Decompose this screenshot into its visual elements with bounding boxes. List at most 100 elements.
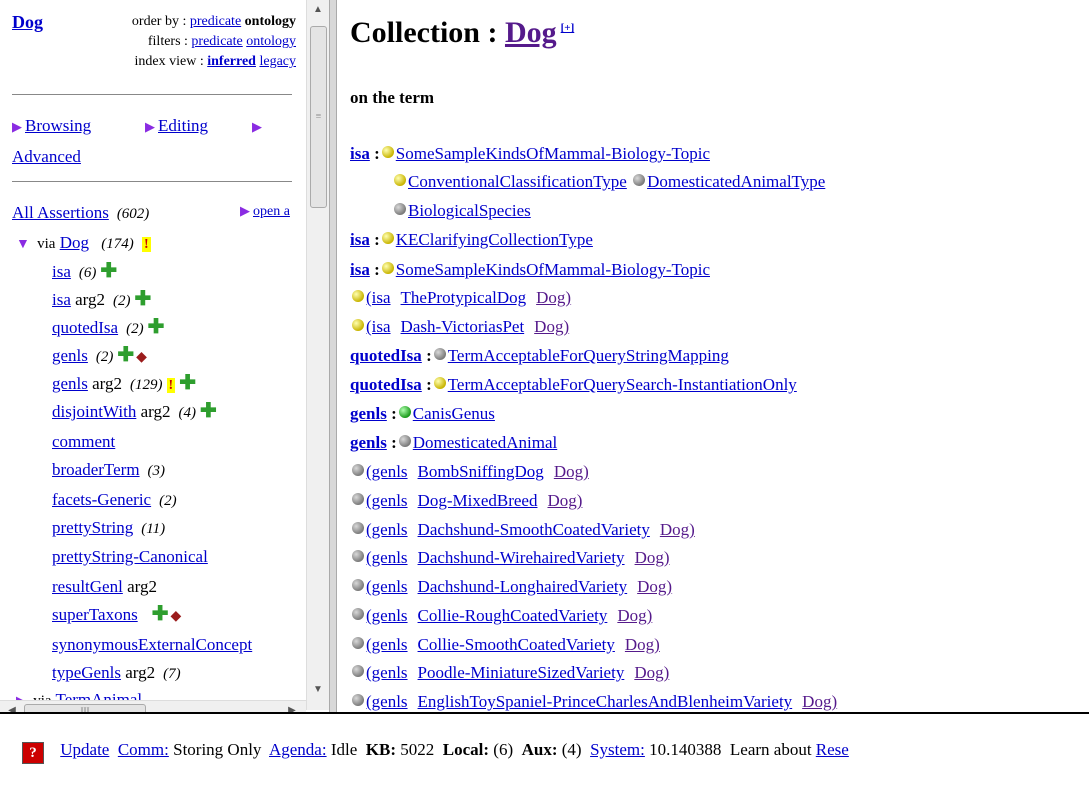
filter-ontology-link[interactable]: ontology (246, 34, 296, 49)
assertion-row-cont: BiologicalSpecies (392, 201, 531, 221)
order-predicate-link[interactable]: predicate (190, 14, 241, 29)
index-inferred-link[interactable]: inferred (207, 54, 256, 69)
add-icon[interactable]: ✚ (135, 288, 152, 310)
add-icon[interactable]: ✚ (148, 316, 165, 338)
assertion-dot-icon (633, 174, 646, 186)
assertion-row: quotedIsa : TermAcceptableForQueryStringM… (350, 346, 729, 365)
order-ontology-selected: ontology (244, 14, 296, 29)
assertion-dot-icon (352, 694, 364, 706)
system-link[interactable]: System: (590, 740, 645, 759)
filter-predicate-link[interactable]: predicate (191, 34, 242, 49)
assertion-dot-icon (352, 464, 364, 476)
assertion-row: isa : SomeSampleKindsOfMammal-Biology-Top… (350, 260, 710, 279)
assertion-dot-icon (352, 522, 364, 534)
help-icon[interactable]: ? (22, 742, 44, 764)
assertion-dot-icon (398, 406, 411, 418)
comm-status: Storing Only (173, 740, 262, 759)
nav-advanced[interactable]: Advanced (12, 147, 81, 166)
expand-triangle-icon: ▶ (252, 119, 262, 134)
predicate-item: isa (6) ✚ (52, 260, 118, 282)
assertion-dot-icon (398, 435, 411, 447)
open-all-link[interactable]: open a (253, 204, 290, 219)
assertion-row: isa : SomeSampleKindsOfMammal-Biology-Top… (350, 144, 710, 163)
predicate-item: disjointWith arg2 (4) ✚ (52, 400, 217, 422)
remove-icon[interactable]: ◆ (136, 350, 147, 365)
term-link[interactable]: Dog (12, 12, 43, 32)
predicate-item: superTaxons ✚ ◆ (52, 603, 182, 625)
assertion-dot-icon (433, 377, 446, 389)
assertion-dot-icon (352, 319, 364, 331)
section-heading: on the term (350, 88, 435, 107)
warning-icon[interactable]: ! (141, 237, 151, 252)
predicate-item: comment (52, 432, 116, 451)
remove-icon[interactable]: ◆ (170, 609, 181, 624)
assertion-dot-icon (352, 637, 364, 649)
all-assertions-link[interactable]: All Assertions (12, 203, 109, 222)
predicate-item: genls (2) ✚ ◆ (52, 344, 147, 366)
expand-triangle-icon: ▶ (12, 119, 22, 134)
nav-browsing[interactable]: Browsing (25, 116, 91, 135)
update-link[interactable]: Update (60, 740, 109, 759)
spec-row: (genls Collie-RoughCoatedVariety Dog) (350, 606, 652, 626)
agenda-link[interactable]: Agenda: (269, 740, 327, 759)
predicate-item: quotedIsa (2) ✚ (52, 316, 165, 338)
warning-icon[interactable]: ! (166, 378, 176, 393)
divider (12, 181, 292, 182)
assertion-dot-icon (352, 290, 364, 302)
assertion-dot-icon (352, 579, 364, 591)
expand-triangle-icon: ▶ (145, 119, 155, 134)
nav-editing[interactable]: Editing (158, 116, 208, 135)
spec-row: (genls Dachshund-WirehairedVariety Dog) (350, 548, 670, 568)
assertion-row: quotedIsa : TermAcceptableForQuerySearch-… (350, 375, 797, 394)
assertion-dot-icon (381, 262, 394, 274)
expand-link[interactable]: [+] (561, 22, 575, 34)
vertical-scrollbar[interactable]: ▲ ≡ ▼ (306, 0, 329, 710)
index-pane: Dog order by : predicate ontology filter… (0, 0, 306, 710)
assertion-dot-icon (381, 146, 394, 158)
spec-row: (genls Dachshund-SmoothCoatedVariety Dog) (350, 520, 695, 540)
spec-row: (genls Poodle-MiniatureSizedVariety Dog) (350, 663, 669, 683)
comm-link[interactable]: Comm: (118, 740, 169, 759)
predicate-item: prettyString-Canonical (52, 547, 208, 566)
title-term-link[interactable]: Dog (505, 16, 557, 49)
content-pane: Collection : Dog [+] on the term isa : Som… (336, 0, 1089, 712)
learn-about-text: Learn about (729, 740, 812, 759)
kb-value: 5022 (400, 740, 435, 759)
assertion-dot-icon (394, 174, 406, 186)
via-term-link[interactable]: Dog (60, 233, 89, 252)
scroll-up-arrow-icon[interactable]: ▲ (307, 0, 329, 20)
add-icon[interactable]: ✚ (117, 344, 134, 366)
predicate-item: facets-Generic (2) (52, 490, 177, 509)
assertion-dot-icon (352, 665, 364, 677)
via-group: ▼ via Dog (174) ! (16, 233, 151, 253)
predicate-item: resultGenl arg2 (52, 577, 157, 596)
predicate-item: prettyString (11) (52, 518, 166, 537)
spec-row: (genls EnglishToySpaniel-PrinceCharlesAnd… (350, 692, 837, 712)
assertion-row: isa : KEClarifyingCollectionType (350, 230, 593, 249)
status-bar: ? Update Comm: Storing Only Agenda: Idle… (0, 712, 1089, 791)
add-icon[interactable]: ✚ (100, 260, 117, 282)
assertion-row: genls : DomesticatedAnimal (350, 433, 558, 452)
add-icon[interactable]: ✚ (200, 400, 217, 422)
assertion-dot-icon (394, 203, 406, 215)
add-icon[interactable]: ✚ (152, 603, 169, 625)
assertion-dot-icon (352, 493, 364, 505)
index-options: order by : predicate ontology filters : … (131, 14, 296, 69)
assertion-dot-icon (381, 232, 394, 244)
agenda-status: Idle (330, 740, 358, 759)
scroll-down-arrow-icon[interactable]: ▼ (307, 680, 329, 700)
add-icon[interactable]: ✚ (179, 372, 196, 394)
aux-label: Aux: (521, 740, 558, 759)
scroll-thumb[interactable]: ≡ (310, 26, 327, 208)
local-value: (6) (493, 740, 514, 759)
predicate-item: typeGenls arg2 (7) (52, 663, 181, 682)
spec-row: (genls Dachshund-LonghairedVariety Dog) (350, 577, 672, 597)
assertion-dot-icon (352, 608, 364, 620)
collapse-triangle-icon[interactable]: ▼ (16, 237, 30, 253)
research-link[interactable]: Rese (816, 740, 849, 759)
index-legacy-link[interactable]: legacy (259, 54, 296, 69)
predicate-item: isa arg2 (2) ✚ (52, 288, 152, 310)
expand-triangle-icon: ▶ (240, 203, 250, 218)
local-label: Local: (442, 740, 490, 759)
system-value: 10.140388 (649, 740, 722, 759)
